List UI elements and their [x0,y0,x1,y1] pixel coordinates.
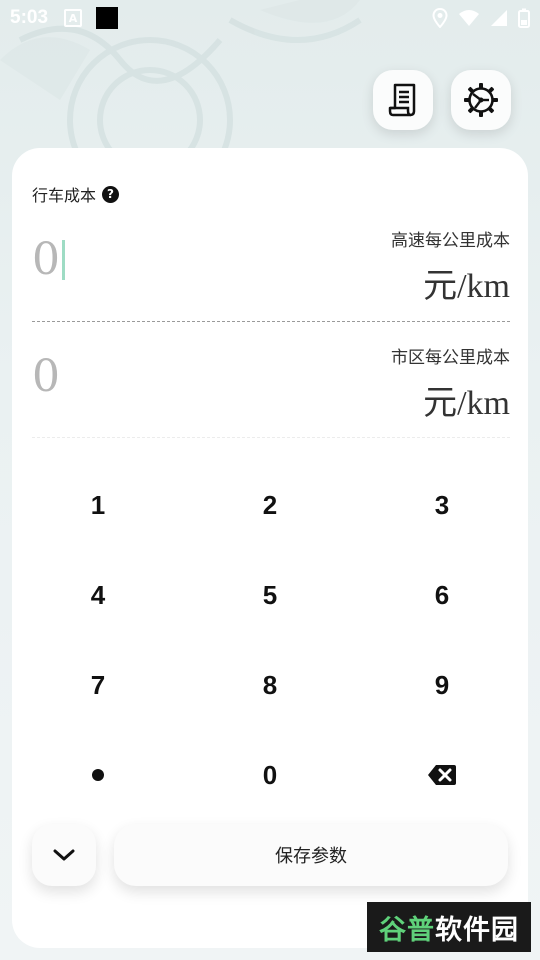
status-time: 5:03 [10,7,49,28]
key-3[interactable]: 3 [356,460,528,550]
notification-square-icon [96,7,119,29]
key-7[interactable]: 7 [12,640,184,730]
field-divider-faint [32,437,510,438]
cost-card: 行车成本 ? 0 高速每公里成本 元/km 0 市区每公里成本 元/km 1 2… [12,148,528,948]
key-0[interactable]: 0 [184,730,356,820]
numeric-keypad: 1 2 3 4 5 6 7 8 9 0 [12,460,528,820]
highway-cost-field[interactable]: 0 高速每公里成本 元/km [32,222,510,322]
city-cost-value-wrap: 0 [32,351,60,402]
section-title: 行车成本 [32,186,97,205]
text-caret [62,239,65,280]
key-9[interactable]: 9 [356,640,528,730]
key-1[interactable]: 1 [12,460,184,550]
records-button[interactable] [373,70,433,130]
decimal-dot-icon [92,769,104,781]
city-cost-label: 市区每公里成本 [391,348,510,368]
watermark-logo: 谷普 软件园 [367,902,531,952]
status-bar: 5:03 A [0,0,540,36]
signal-icon [491,10,507,26]
highway-cost-value: 0 [32,234,60,285]
highway-cost-label: 高速每公里成本 [391,231,510,251]
key-decimal[interactable] [12,730,184,820]
section-header: 行车成本 ? [32,182,120,206]
chevron-down-icon [53,849,75,861]
city-cost-value: 0 [32,351,60,402]
backspace-icon [428,765,456,785]
field-divider [32,321,510,322]
key-8[interactable]: 8 [184,640,356,730]
highway-cost-value-wrap: 0 [32,234,65,285]
city-cost-unit: 元/km [423,385,510,422]
city-cost-field[interactable]: 0 市区每公里成本 元/km [32,339,510,439]
location-icon [432,8,448,28]
notification-a-icon: A [64,9,83,27]
wifi-icon [459,10,479,26]
key-4[interactable]: 4 [12,550,184,640]
key-6[interactable]: 6 [356,550,528,640]
collapse-keypad-button[interactable] [32,824,96,886]
key-backspace[interactable] [356,730,528,820]
settings-button[interactable] [451,70,511,130]
key-2[interactable]: 2 [184,460,356,550]
key-5[interactable]: 5 [184,550,356,640]
gear-steering-icon [464,83,498,117]
battery-icon [518,8,530,28]
help-icon[interactable]: ? [102,185,120,203]
highway-cost-unit: 元/km [423,268,510,305]
document-list-icon [388,83,416,117]
save-params-button[interactable]: 保存参数 [114,824,508,886]
